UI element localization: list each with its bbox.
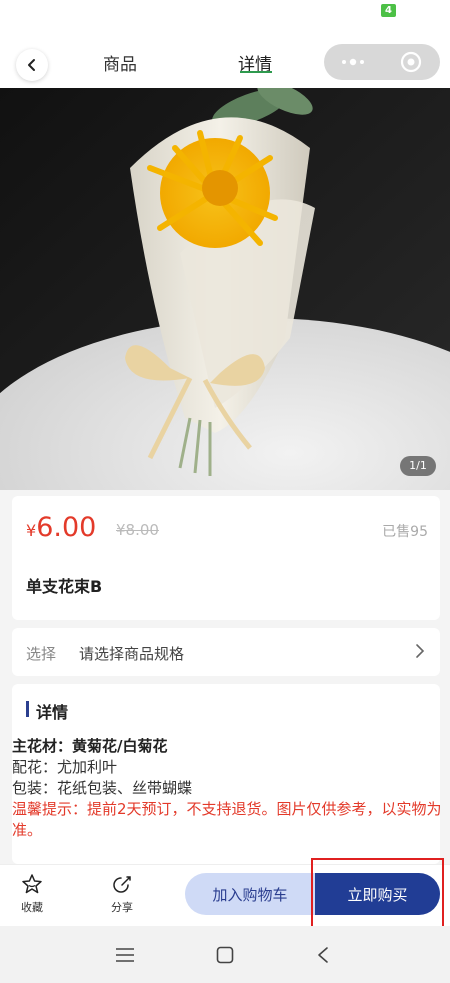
menu-button[interactable] xyxy=(110,940,140,970)
share-icon xyxy=(113,876,131,893)
tab-goods[interactable]: 商品 xyxy=(103,50,137,75)
home-square-icon xyxy=(216,946,234,964)
detail-title-bar xyxy=(26,701,29,717)
product-image[interactable]: 1/1 xyxy=(0,88,450,490)
price-card: ¥6.00 ¥8.00 已售95 单支花束B xyxy=(12,496,440,620)
system-nav-bar xyxy=(0,926,450,983)
system-back-button[interactable] xyxy=(308,940,338,970)
sold-count: 已售95 xyxy=(382,524,428,540)
detail-title: 详情 xyxy=(36,703,69,722)
detail-content: 主花材：黄菊花/白菊花 配花：尤加利叶 包装：花纸包装、丝带蝴蝶 温馨提示：提前… xyxy=(12,736,442,841)
status-bar: 4 xyxy=(0,0,450,34)
share-button[interactable]: 分享 xyxy=(102,873,142,915)
detail-packaging: 包装：花纸包装、丝带蝴蝶 xyxy=(12,779,193,797)
detail-main-flower: 主花材：黄菊花/白菊花 xyxy=(12,737,168,755)
product-name: 单支花束B xyxy=(26,577,103,596)
bouquet-photo xyxy=(0,88,450,490)
more-dots-icon xyxy=(342,58,364,66)
favorite-button[interactable]: 收藏 xyxy=(12,873,52,915)
close-button[interactable] xyxy=(382,44,440,80)
detail-notice: 温馨提示：提前2天预订，不支持退货。图片仅供参考，以实物为准。 xyxy=(12,800,442,839)
currency-symbol: ¥ xyxy=(26,521,37,540)
image-counter: 1/1 xyxy=(400,456,436,476)
add-to-cart-button[interactable]: 加入购物车 xyxy=(185,873,315,915)
star-icon xyxy=(22,874,42,894)
spec-label: 选择 xyxy=(26,645,57,663)
buy-now-highlight xyxy=(311,858,444,930)
menu-icon xyxy=(116,948,134,962)
price-value: 6.00 xyxy=(36,512,97,543)
back-arrow-icon xyxy=(28,59,35,71)
original-price: ¥8.00 xyxy=(116,521,159,539)
favorite-label: 收藏 xyxy=(21,901,43,914)
battery-badge: 4 xyxy=(381,4,396,17)
share-label: 分享 xyxy=(111,901,133,914)
chevron-right-icon xyxy=(416,644,425,658)
nav-bar: 商品 详情 xyxy=(0,34,450,88)
mini-program-capsule xyxy=(324,44,440,80)
back-triangle-icon xyxy=(318,947,328,963)
spec-select-row[interactable]: 选择 请选择商品规格 xyxy=(12,628,440,676)
active-tab-indicator xyxy=(240,71,272,73)
home-button[interactable] xyxy=(210,940,240,970)
close-circle-icon xyxy=(400,51,422,73)
back-button[interactable] xyxy=(16,49,48,81)
detail-accent-flower: 配花：尤加利叶 xyxy=(12,758,118,776)
current-price: ¥6.00 xyxy=(26,512,96,543)
spec-placeholder: 请选择商品规格 xyxy=(79,645,185,663)
more-button[interactable] xyxy=(324,44,382,80)
